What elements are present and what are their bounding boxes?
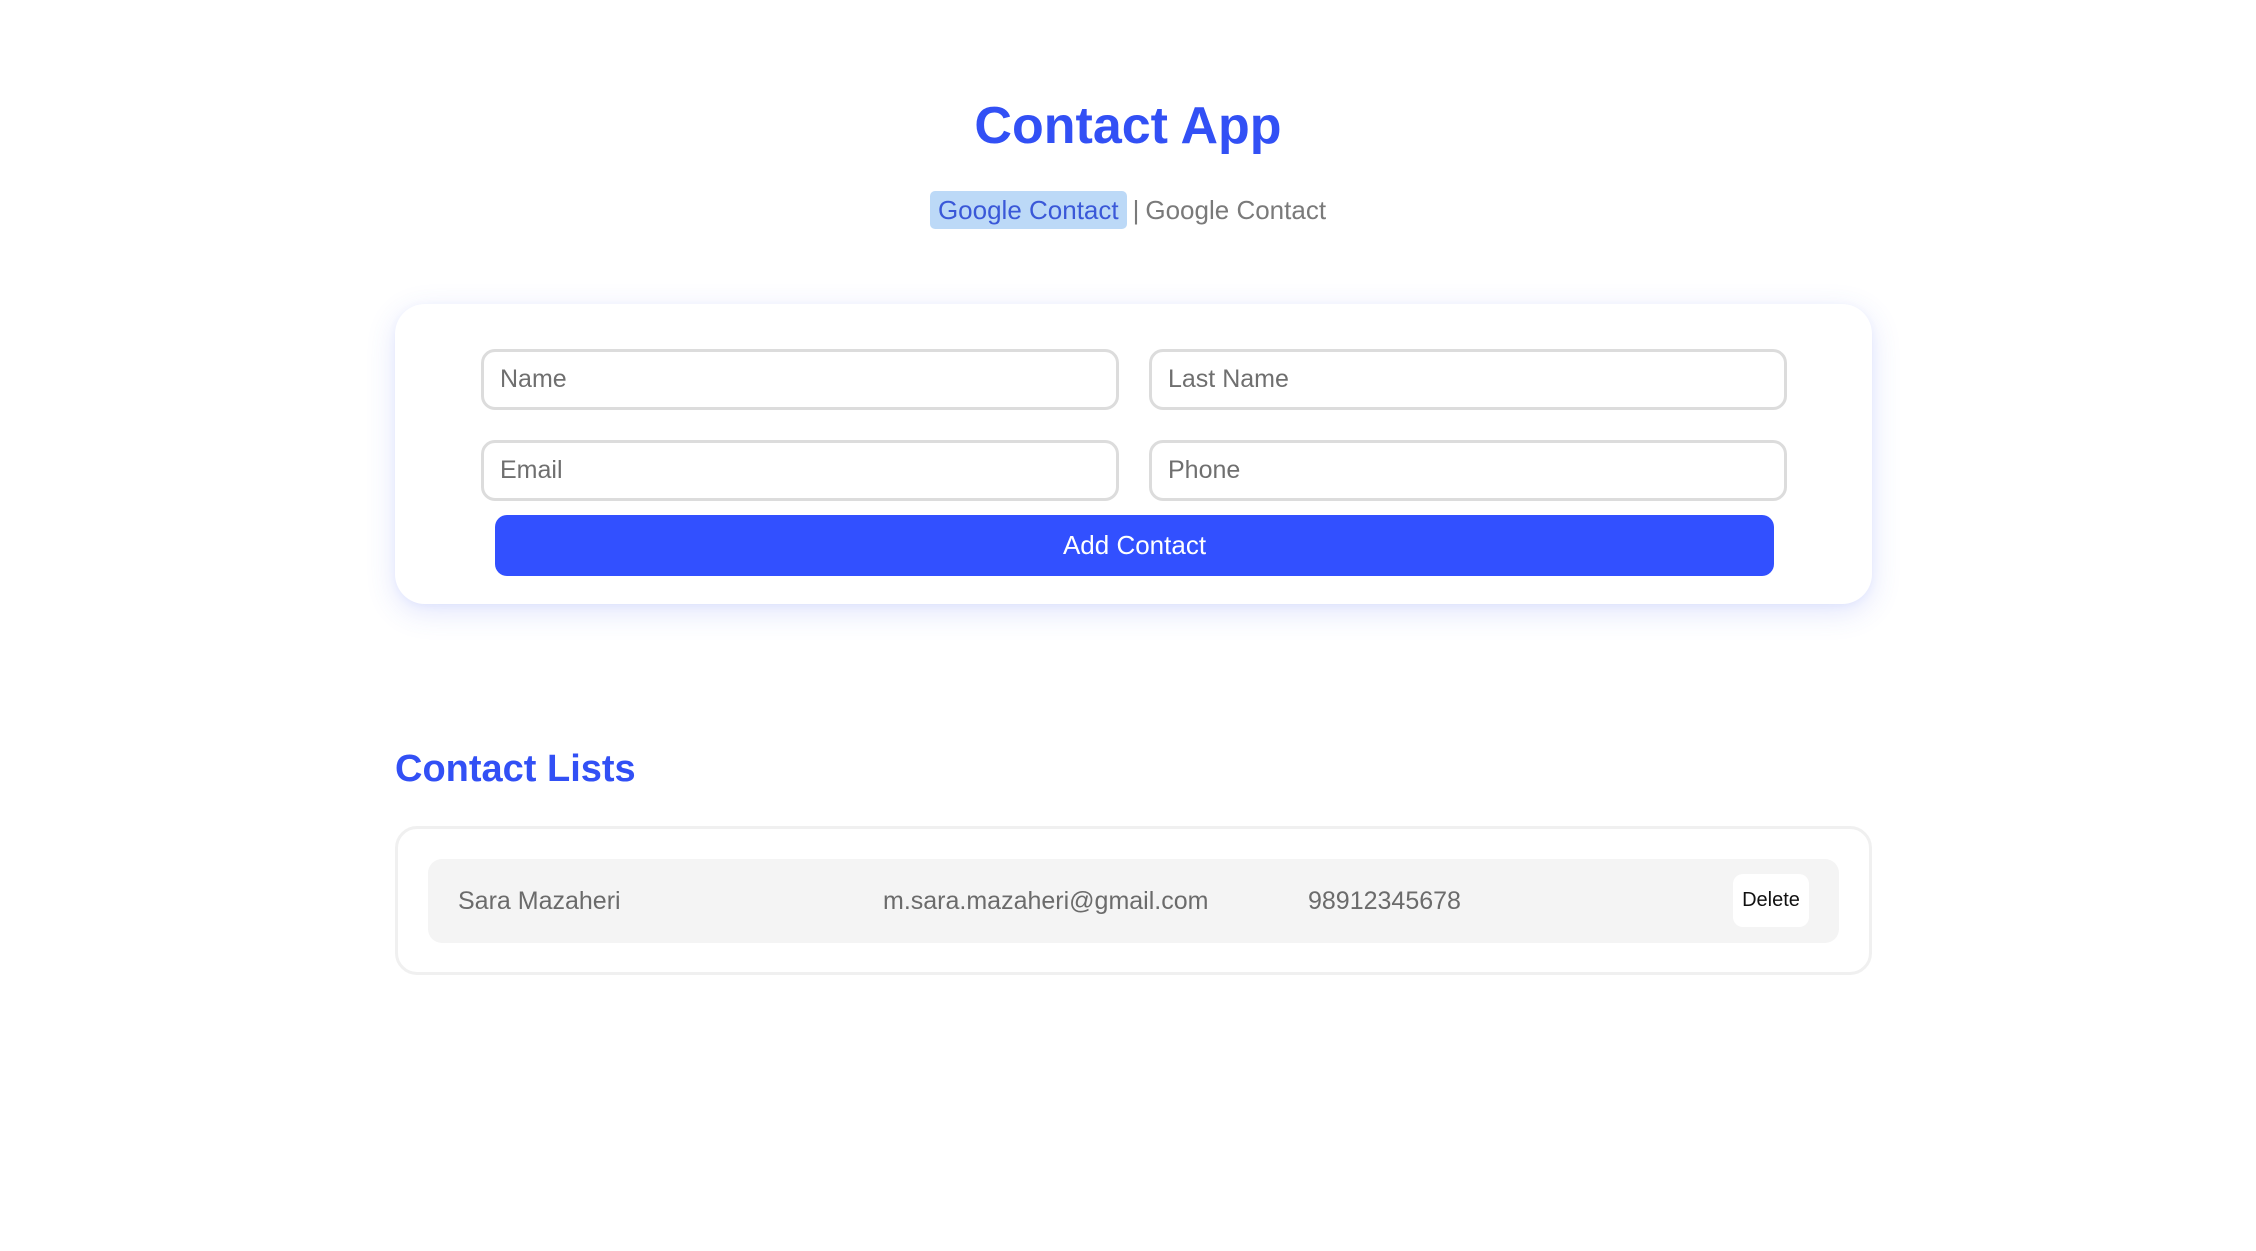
name-input[interactable]	[481, 349, 1119, 410]
contact-list: Sara Mazaheri m.sara.mazaheri@gmail.com …	[395, 826, 1872, 975]
contact-name: Sara Mazaheri	[458, 887, 621, 915]
email-input[interactable]	[481, 440, 1119, 501]
contact-row: Sara Mazaheri m.sara.mazaheri@gmail.com …	[428, 859, 1839, 943]
contact-phone: 98912345678	[1308, 887, 1461, 915]
delete-contact-button[interactable]: Delete	[1733, 874, 1809, 927]
subtitle-nav: Google Contact | Google Contact	[0, 191, 2256, 229]
last-name-input[interactable]	[1149, 349, 1787, 410]
add-contact-button[interactable]: Add Contact	[495, 515, 1774, 576]
subtitle-plain: Google Contact	[1145, 195, 1327, 225]
subtitle-highlighted: Google Contact	[929, 191, 1127, 229]
contact-lists-title: Contact Lists	[395, 748, 636, 790]
app-title: Contact App	[974, 97, 1282, 155]
contact-app-page: Contact App Google Contact | Google Contac…	[0, 0, 2256, 1251]
subtitle-separator: |	[1132, 195, 1140, 225]
add-contact-form: Add Contact	[395, 304, 1872, 604]
phone-input[interactable]	[1149, 440, 1787, 501]
contact-email: m.sara.mazaheri@gmail.com	[883, 887, 1209, 915]
